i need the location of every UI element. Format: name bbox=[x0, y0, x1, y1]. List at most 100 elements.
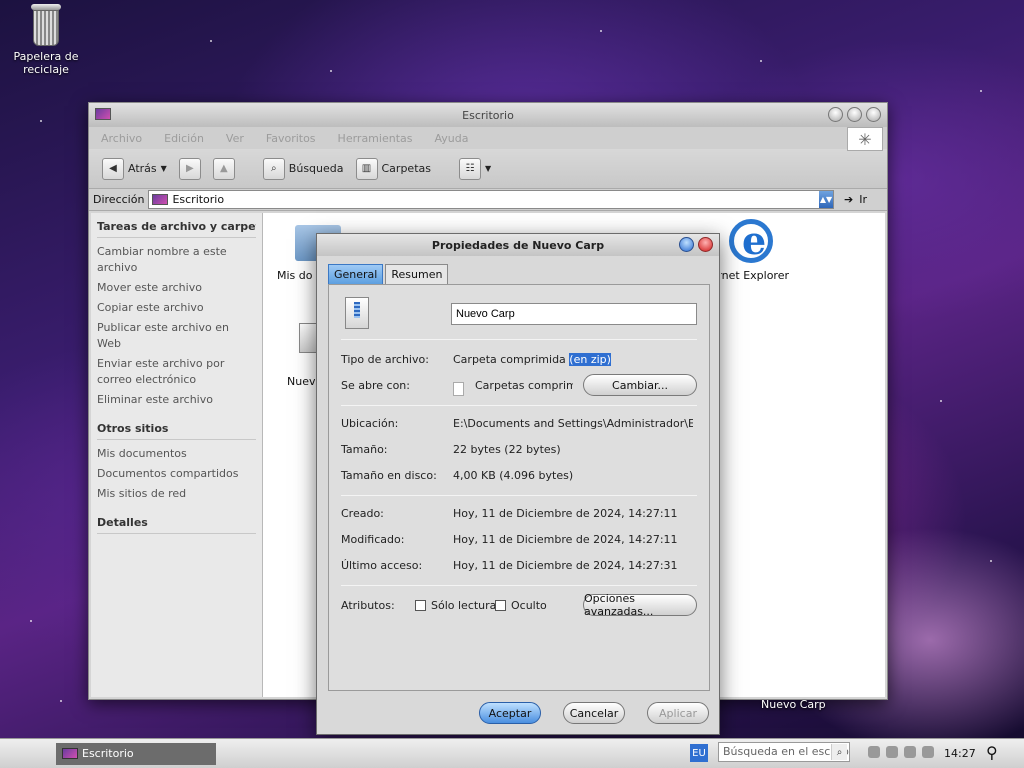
task-copy[interactable]: Copiar este archivo bbox=[97, 300, 256, 316]
window-title: Escritorio bbox=[462, 108, 514, 122]
maximize-button[interactable] bbox=[847, 107, 862, 122]
system-tray bbox=[868, 746, 934, 758]
language-indicator[interactable]: EU bbox=[690, 744, 708, 762]
disk-size-value: 4,00 KB (4.096 bytes) bbox=[453, 469, 574, 482]
task-delete[interactable]: Eliminar este archivo bbox=[97, 392, 256, 408]
tray-network-icon[interactable] bbox=[868, 746, 880, 758]
opens-with-label: Se abre con: bbox=[341, 379, 410, 392]
desktop-icon-recycle-bin[interactable]: Papelera de reciclaje bbox=[10, 4, 82, 76]
location-value: E:\Documents and Settings\Administrador\… bbox=[453, 417, 693, 430]
folders-label: Carpetas bbox=[381, 162, 431, 175]
chevron-down-icon[interactable]: ▼ bbox=[161, 164, 167, 173]
minimize-button[interactable] bbox=[828, 107, 843, 122]
accessed-label: Último acceso: bbox=[341, 559, 423, 572]
advanced-options-button[interactable]: Opciones avanzadas... bbox=[583, 592, 697, 618]
modified-label: Modificado: bbox=[341, 533, 405, 546]
folders-button[interactable]: ▥ Carpetas bbox=[353, 156, 434, 182]
menu-favorites[interactable]: Favoritos bbox=[266, 132, 316, 145]
place-shared-documents[interactable]: Documentos compartidos bbox=[97, 466, 256, 482]
menu-file[interactable]: Archivo bbox=[101, 132, 142, 145]
file-label-my-documents[interactable]: Mis documentos bbox=[277, 269, 313, 282]
type-label: Tipo de archivo: bbox=[341, 353, 429, 366]
taskbar: Escritorio EU Búsqueda en el escritorio … bbox=[0, 738, 1024, 768]
clock[interactable]: 14:27 bbox=[944, 747, 976, 760]
back-arrow-icon: ◀ bbox=[102, 157, 124, 180]
menu-view[interactable]: Ver bbox=[226, 132, 244, 145]
properties-dialog: Propiedades de Nuevo Carp General Resume… bbox=[316, 233, 720, 735]
loading-spinner-icon: ✳ bbox=[847, 127, 883, 151]
file-label-nuevo-carp[interactable]: Nuevo Carp bbox=[287, 375, 315, 388]
back-label: Atrás bbox=[128, 162, 157, 175]
place-network[interactable]: Mis sitios de red bbox=[97, 486, 256, 502]
selected-text: (en zip) bbox=[569, 353, 611, 366]
desktop-file-label[interactable]: Nuevo Carp bbox=[761, 698, 826, 711]
desktop-search-input[interactable]: Búsqueda en el escritorio ⌕ bbox=[718, 742, 850, 762]
desktop-icon bbox=[62, 748, 78, 759]
up-arrow-icon: ▲ bbox=[212, 157, 235, 180]
address-dropdown-icon[interactable]: ▲▼ bbox=[819, 191, 833, 208]
search-icon[interactable]: ⌕ bbox=[831, 744, 847, 760]
task-email[interactable]: Enviar este archivo por correo electróni… bbox=[97, 356, 256, 388]
help-button[interactable] bbox=[679, 237, 694, 252]
disk-size-label: Tamaño en disco: bbox=[341, 469, 437, 482]
details-header[interactable]: Detalles bbox=[97, 516, 256, 534]
task-rename[interactable]: Cambiar nombre a este archivo bbox=[97, 244, 256, 276]
menu-tools[interactable]: Herramientas bbox=[338, 132, 413, 145]
address-bar: Dirección Escritorio ▲▼ ➔ Ir bbox=[89, 189, 887, 211]
hidden-label[interactable]: Oculto bbox=[511, 599, 547, 612]
spotlight-search-icon[interactable]: ⚲ bbox=[986, 743, 998, 762]
place-my-documents[interactable]: Mis documentos bbox=[97, 446, 256, 462]
file-name-input[interactable] bbox=[451, 303, 697, 325]
task-move[interactable]: Mover este archivo bbox=[97, 280, 256, 296]
other-places-header[interactable]: Otros sitios bbox=[97, 422, 256, 440]
created-value: Hoy, 11 de Diciembre de 2024, 14:27:11 bbox=[453, 507, 678, 520]
address-value: Escritorio bbox=[172, 193, 225, 206]
tray-display-icon[interactable] bbox=[922, 746, 934, 758]
zip-file-icon bbox=[345, 297, 369, 329]
search-button[interactable]: ⌕ Búsqueda bbox=[260, 156, 347, 182]
address-input[interactable]: Escritorio ▲▼ bbox=[148, 190, 834, 209]
size-label: Tamaño: bbox=[341, 443, 388, 456]
task-publish[interactable]: Publicar este archivo en Web bbox=[97, 320, 256, 352]
go-label: Ir bbox=[859, 193, 867, 206]
taskbar-item-label: Escritorio bbox=[82, 747, 134, 760]
desktop-icon bbox=[152, 194, 169, 205]
taskbar-item-desktop[interactable]: Escritorio bbox=[56, 742, 216, 765]
tray-battery-icon[interactable] bbox=[904, 746, 916, 758]
menu-bar: Archivo Edición Ver Favoritos Herramient… bbox=[89, 127, 887, 151]
tray-volume-icon[interactable] bbox=[886, 746, 898, 758]
back-button[interactable]: ◀ Atrás ▼ bbox=[99, 156, 170, 182]
ok-button[interactable]: Aceptar bbox=[479, 702, 541, 724]
readonly-checkbox[interactable] bbox=[415, 600, 426, 611]
go-button[interactable]: ➔ Ir bbox=[838, 193, 883, 206]
up-button[interactable]: ▲ bbox=[210, 156, 238, 182]
general-panel: Tipo de archivo: Carpeta comprimida (en … bbox=[328, 284, 710, 691]
forward-button[interactable]: ▶ bbox=[176, 156, 204, 182]
apply-button[interactable]: Aplicar bbox=[647, 702, 709, 724]
recycle-bin-icon bbox=[30, 4, 62, 46]
tasks-header[interactable]: Tareas de archivo y carpeta bbox=[97, 220, 256, 238]
views-button[interactable]: ☷ ▼ bbox=[456, 156, 494, 182]
tab-general[interactable]: General bbox=[328, 264, 384, 284]
menu-edit[interactable]: Edición bbox=[164, 132, 204, 145]
readonly-label[interactable]: Sólo lectura bbox=[431, 599, 496, 612]
menu-help[interactable]: Ayuda bbox=[434, 132, 468, 145]
dialog-titlebar[interactable]: Propiedades de Nuevo Carp bbox=[317, 234, 719, 256]
window-titlebar[interactable]: Escritorio bbox=[89, 103, 887, 127]
opens-with-value: Carpetas comprimidas bbox=[475, 379, 573, 392]
folders-icon: ▥ bbox=[355, 157, 378, 180]
change-button[interactable]: Cambiar... bbox=[583, 374, 697, 396]
internet-explorer-icon[interactable] bbox=[729, 218, 773, 263]
cancel-button[interactable]: Cancelar bbox=[563, 702, 625, 724]
type-value[interactable]: Carpeta comprimida (en zip) bbox=[453, 353, 611, 366]
close-button[interactable] bbox=[866, 107, 881, 122]
tab-summary[interactable]: Resumen bbox=[385, 264, 449, 284]
hidden-checkbox[interactable] bbox=[495, 600, 506, 611]
file-label-internet-explorer[interactable]: Internet Explorer bbox=[721, 269, 789, 285]
task-pane: Tareas de archivo y carpeta Cambiar nomb… bbox=[91, 213, 263, 697]
chevron-down-icon: ▼ bbox=[484, 164, 492, 173]
forward-arrow-icon: ▶ bbox=[178, 157, 201, 180]
accessed-value: Hoy, 11 de Diciembre de 2024, 14:27:31 bbox=[453, 559, 678, 572]
dialog-title: Propiedades de Nuevo Carp bbox=[431, 238, 605, 252]
dialog-close-button[interactable] bbox=[698, 237, 713, 252]
